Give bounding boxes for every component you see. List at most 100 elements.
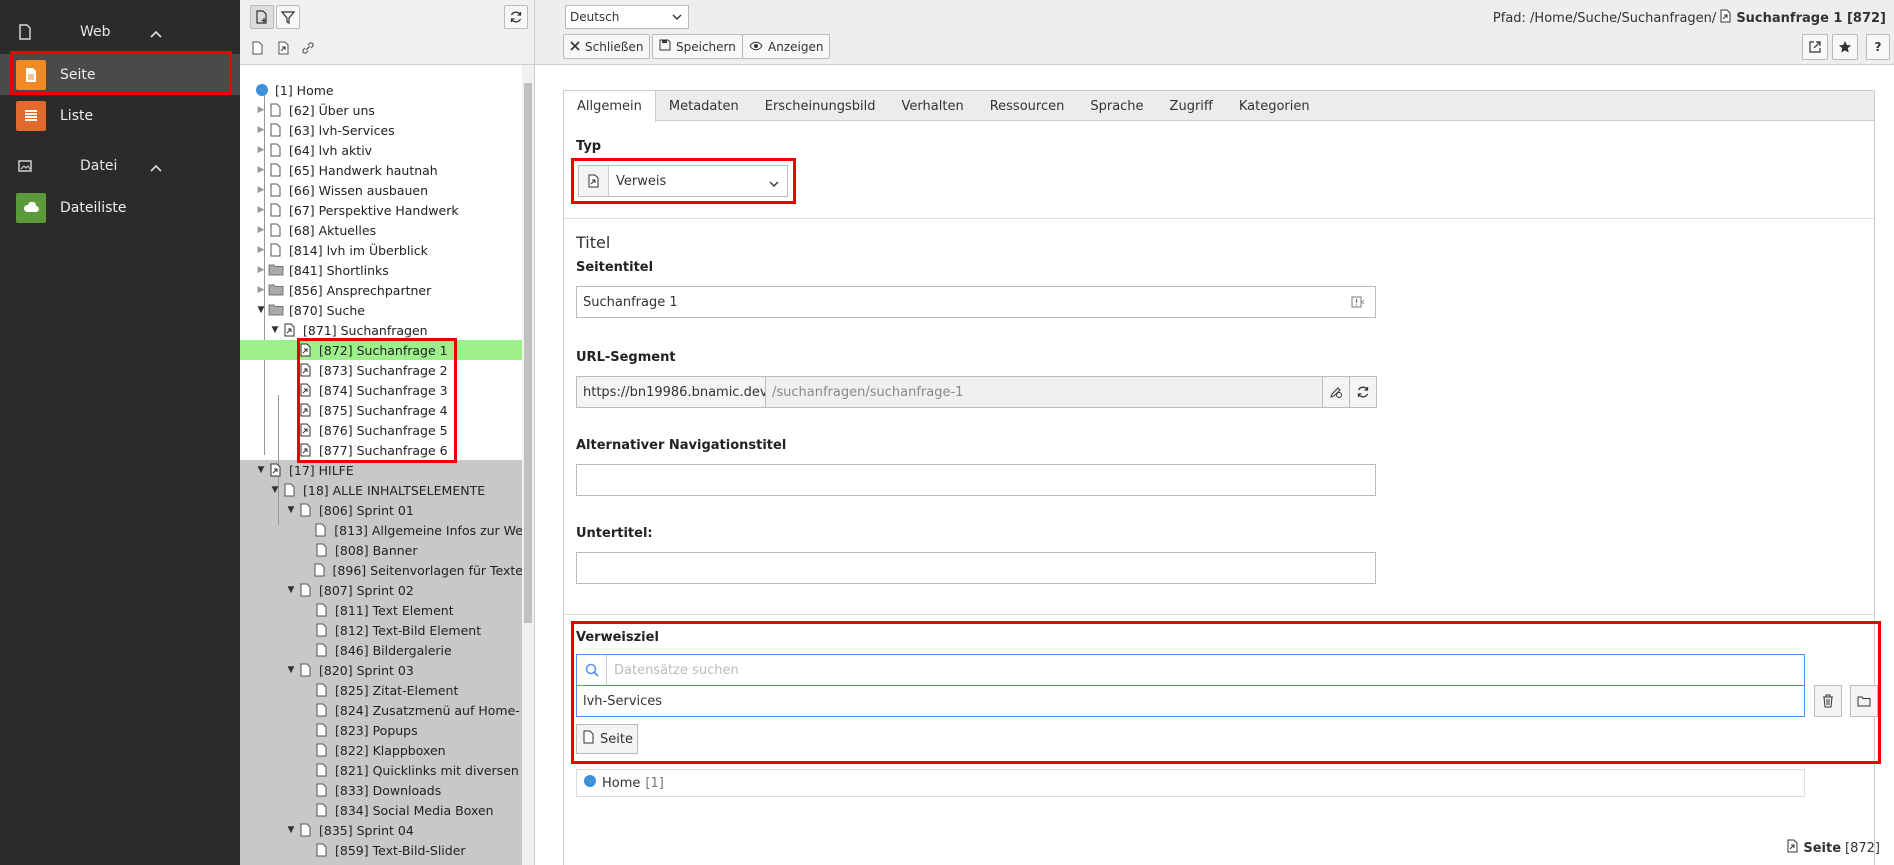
tree-node[interactable]: [833] Downloads (240, 780, 523, 800)
tree-node[interactable]: ▼ [17] HILFE (240, 460, 523, 480)
subtitle-label: Untertitel: (576, 526, 653, 541)
new-page-button[interactable] (250, 5, 274, 29)
tab-allgemein[interactable]: Allgemein (564, 91, 656, 122)
save-icon (659, 39, 671, 54)
shortcut-page-icon[interactable] (276, 40, 292, 56)
url-slug-input[interactable]: /suchanfragen/suchanfrage-1 (765, 376, 1323, 408)
page-icon (314, 522, 330, 538)
caret-down-icon[interactable]: ▼ (284, 825, 298, 835)
caret-down-icon[interactable]: ▼ (284, 585, 298, 595)
caret-right-icon[interactable]: ▶ (254, 205, 268, 215)
regenerate-slug-button[interactable] (1349, 376, 1377, 408)
save-button[interactable]: Speichern (652, 34, 743, 59)
caret-right-icon[interactable]: ▶ (254, 165, 268, 175)
tree-node[interactable]: [859] Text-Bild-Slider (240, 840, 523, 860)
tab-zugriff[interactable]: Zugriff (1157, 91, 1226, 121)
caret-right-icon[interactable]: ▶ (254, 285, 268, 295)
module-item-liste[interactable]: Liste (0, 95, 240, 136)
tree-scrollbar[interactable] (522, 65, 534, 865)
caret-down-icon[interactable]: ▼ (254, 465, 268, 475)
caret-down-icon[interactable]: ▼ (268, 325, 282, 335)
tree-node[interactable]: [823] Popups (240, 720, 523, 740)
tree-node[interactable]: ▶ [66] Wissen ausbauen (240, 180, 523, 200)
caret-right-icon[interactable]: ▶ (254, 245, 268, 255)
tree-node[interactable]: [896] Seitenvorlagen für Texte (240, 560, 523, 580)
tree-node[interactable]: ▼ [871] Suchanfragen (240, 320, 523, 340)
chevron-up-icon[interactable] (150, 160, 162, 176)
tree-node[interactable]: ▶ [64] lvh aktiv (240, 140, 523, 160)
tree-node[interactable]: ▶ [841] Shortlinks (240, 260, 523, 280)
home-record[interactable]: Home [1] (576, 769, 1805, 797)
caret-right-icon[interactable]: ▶ (254, 225, 268, 235)
module-group-datei[interactable]: Datei (0, 146, 240, 186)
tree-node[interactable]: [821] Quicklinks mit diversen (240, 760, 523, 780)
edit-form: Allgemein Metadaten Erscheinungsbild Ver… (535, 65, 1894, 865)
tree-node[interactable]: ▶ [67] Perspektive Handwerk (240, 200, 523, 220)
tree-node[interactable]: [808] Banner (240, 540, 523, 560)
page-icon (18, 24, 46, 40)
chevron-up-icon[interactable] (150, 26, 162, 42)
tree-node[interactable]: ▼ [807] Sprint 02 (240, 580, 523, 600)
tree-node[interactable]: [813] Allgemeine Infos zur We (240, 520, 523, 540)
caret-right-icon[interactable]: ▶ (254, 105, 268, 115)
tree-node[interactable]: [824] Zusatzmenü auf Home- (240, 700, 523, 720)
form-tabs: Allgemein Metadaten Erscheinungsbild Ver… (563, 90, 1875, 122)
tree-node-home[interactable]: [1] Home (240, 80, 523, 100)
nav-title-input[interactable] (576, 464, 1376, 496)
caret-right-icon[interactable]: ▶ (254, 125, 268, 135)
link-icon[interactable] (300, 40, 316, 56)
tree-node[interactable]: ▼ [870] Suche (240, 300, 523, 320)
page-icon (268, 242, 284, 258)
page-icon[interactable] (250, 40, 266, 56)
caret-down-icon[interactable]: ▼ (268, 485, 282, 495)
open-new-window-button[interactable] (1802, 34, 1828, 60)
tree-node[interactable]: ▼ [806] Sprint 01 (240, 500, 523, 520)
close-button[interactable]: Schließen (563, 34, 651, 59)
page-icon (268, 122, 284, 138)
caret-right-icon[interactable]: ▶ (254, 185, 268, 195)
tab-metadaten[interactable]: Metadaten (656, 91, 752, 121)
language-select[interactable]: Deutsch (565, 5, 689, 29)
tree-node[interactable]: ▶ [856] Ansprechpartner (240, 280, 523, 300)
view-button[interactable]: Anzeigen (742, 34, 831, 59)
tree-node[interactable]: ▶ [814] lvh im Überblick (240, 240, 523, 260)
page-icon (314, 682, 330, 698)
tab-kategorien[interactable]: Kategorien (1226, 91, 1323, 121)
tree-node[interactable]: [825] Zitat-Element (240, 680, 523, 700)
tree-node[interactable]: ▶ [68] Aktuelles (240, 220, 523, 240)
tab-erscheinungsbild[interactable]: Erscheinungsbild (752, 91, 889, 121)
tree-node[interactable]: [822] Klappboxen (240, 740, 523, 760)
tree-node[interactable]: ▼ [820] Sprint 03 (240, 660, 523, 680)
module-item-label: Liste (60, 107, 94, 124)
form-panel: Typ Verweis Titel Seitentitel Suchanfrag… (563, 121, 1881, 865)
caret-right-icon[interactable]: ▶ (254, 145, 268, 155)
page-title-input[interactable]: Suchanfrage 1 (576, 286, 1376, 318)
module-item-dateiliste[interactable]: Dateiliste (0, 187, 240, 228)
page-icon (314, 702, 330, 718)
refresh-button[interactable] (504, 5, 528, 29)
edit-slug-button[interactable] (1322, 376, 1350, 408)
tab-verhalten[interactable]: Verhalten (889, 91, 977, 121)
tree-node[interactable]: [834] Social Media Boxen (240, 800, 523, 820)
tree-node[interactable]: ▶ [63] lvh-Services (240, 120, 523, 140)
caret-right-icon[interactable]: ▶ (254, 265, 268, 275)
tree-node[interactable]: [846] Bildergalerie (240, 640, 523, 660)
tree-node[interactable]: ▼ [835] Sprint 04 (240, 820, 523, 840)
tree-node[interactable]: ▶ [62] Über uns (240, 100, 523, 120)
caret-down-icon[interactable]: ▼ (284, 665, 298, 675)
help-button[interactable]: ? (1866, 34, 1890, 60)
tab-sprache[interactable]: Sprache (1077, 91, 1156, 121)
bookmark-button[interactable] (1832, 34, 1858, 60)
module-group-web[interactable]: Web (0, 12, 240, 52)
globe-icon (254, 82, 270, 98)
filter-button[interactable] (276, 5, 300, 29)
subtitle-input[interactable] (576, 552, 1376, 584)
tab-ressourcen[interactable]: Ressourcen (977, 91, 1078, 121)
tree-node[interactable]: ▼ [18] ALLE INHALTSELEMENTE (240, 480, 523, 500)
caret-down-icon[interactable]: ▼ (284, 505, 298, 515)
tree-node[interactable]: [812] Text-Bild Element (240, 620, 523, 640)
caret-down-icon[interactable]: ▼ (254, 305, 268, 315)
tree-node[interactable]: ▶ [65] Handwerk hautnah (240, 160, 523, 180)
tree-node[interactable]: [811] Text Element (240, 600, 523, 620)
nav-title-label: Alternativer Navigationstitel (576, 438, 787, 453)
